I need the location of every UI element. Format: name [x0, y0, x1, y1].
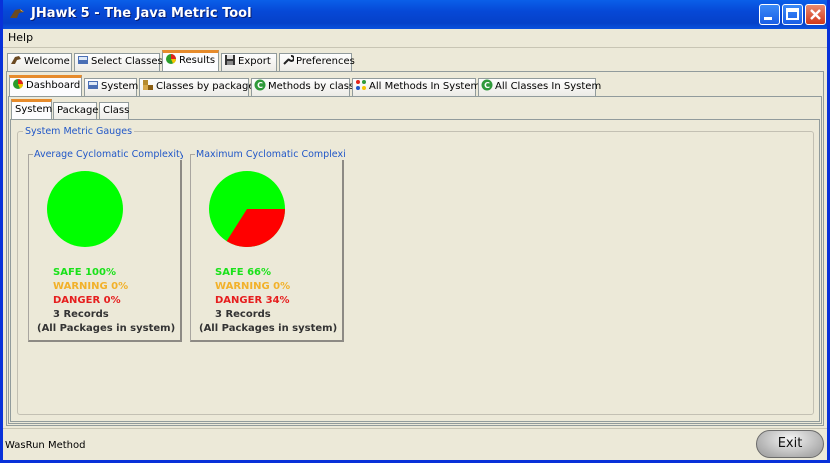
tab-label: Export: [238, 56, 271, 67]
tab-label: Results: [179, 55, 216, 66]
tab-select-classes[interactable]: Select Classes: [74, 53, 163, 71]
close-icon: [810, 9, 821, 20]
tab-label: Dashboard: [26, 80, 81, 91]
gauge-average-cyclomatic: Average Cyclomatic Complexity fc SAFE 10…: [28, 149, 183, 342]
package-icon: [143, 80, 153, 90]
tab-all-classes-in-system[interactable]: C All Classes In System: [478, 78, 601, 96]
tab-label: Class: [103, 105, 130, 116]
tab-dashboard[interactable]: Dashboard: [9, 75, 82, 96]
main-tab-bar: Welcome Select Classes Results Export Pr…: [3, 50, 827, 72]
minimize-button[interactable]: [759, 4, 780, 25]
status-bar: WasRun Method Exit: [3, 428, 827, 461]
danger-percentage: DANGER 34%: [215, 295, 290, 306]
menu-help[interactable]: Help: [8, 31, 33, 44]
tab-label: System: [101, 81, 139, 92]
tab-label: Package: [57, 105, 99, 116]
select-classes-icon: [78, 56, 88, 64]
tab-level-system[interactable]: System: [11, 99, 52, 120]
maximize-icon: [786, 8, 799, 20]
safe-percentage: SAFE 100%: [53, 267, 116, 278]
class-c-icon: C: [254, 79, 266, 91]
menu-bar: Help: [3, 29, 827, 48]
tab-all-methods-in-system[interactable]: All Methods In System: [352, 78, 480, 96]
gauge-title: Maximum Cyclomatic Complexity: [195, 149, 345, 160]
records-count: 3 Records: [215, 309, 271, 320]
window-title: JHawk 5 - The Java Metric Tool: [31, 6, 252, 21]
results-tab-bar: Dashboard System Classes by package C Met…: [3, 75, 827, 97]
tab-welcome[interactable]: Welcome: [7, 53, 72, 71]
tab-preferences[interactable]: Preferences: [279, 53, 355, 71]
scope-label: (All Packages in system): [37, 323, 176, 334]
svg-text:C: C: [257, 81, 263, 90]
tab-label: All Classes In System: [495, 81, 602, 92]
tab-export[interactable]: Export: [221, 53, 277, 71]
system-icon: [88, 81, 98, 89]
tab-label: System: [15, 104, 53, 115]
floppy-disk-icon: [225, 55, 235, 65]
app-window: JHawk 5 - The Java Metric Tool Help Welc…: [0, 0, 830, 463]
status-text: WasRun Method: [5, 440, 86, 451]
warning-percentage: WARNING 0%: [53, 281, 129, 292]
exit-button[interactable]: Exit: [756, 430, 824, 458]
records-count: 3 Records: [53, 309, 109, 320]
tab-system[interactable]: System: [84, 78, 139, 96]
svg-text:C: C: [484, 81, 490, 90]
tab-label: Welcome: [24, 56, 70, 67]
title-bar[interactable]: JHawk 5 - The Java Metric Tool: [3, 0, 827, 29]
gauge-pie-chart: [47, 171, 123, 247]
jhawk-logo-icon: [10, 9, 24, 18]
scope-label: (All Packages in system): [199, 323, 338, 334]
minimize-icon: [764, 17, 772, 20]
tab-label: Classes by package: [156, 81, 255, 92]
tab-level-package[interactable]: Package: [53, 102, 99, 120]
safe-percentage: SAFE 66%: [215, 267, 272, 278]
danger-percentage: DANGER 0%: [53, 295, 121, 306]
tab-label: Preferences: [296, 56, 355, 67]
close-button[interactable]: [805, 4, 826, 25]
group-title: System Metric Gauges: [23, 126, 135, 137]
pie-chart-icon: [166, 54, 176, 64]
tab-label: Select Classes: [91, 56, 163, 67]
tab-results[interactable]: Results: [162, 50, 219, 71]
methods-grid-icon: [356, 80, 366, 90]
tab-methods-by-class[interactable]: C Methods by class: [251, 78, 354, 96]
gauge-pie-chart: [209, 171, 285, 247]
pie-chart-icon: [13, 79, 23, 89]
tab-classes-by-package[interactable]: Classes by package: [139, 78, 255, 96]
class-c-icon: C: [481, 79, 493, 91]
gauge-maximum-cyclomatic: Maximum Cyclomatic Complexity SAFE 66% W…: [190, 149, 345, 342]
welcome-icon: [11, 56, 21, 64]
tab-label: All Methods In System: [369, 81, 481, 92]
warning-percentage: WARNING 0%: [215, 281, 291, 292]
maximize-button[interactable]: [782, 4, 803, 25]
level-tab-bar: System Package Class: [3, 99, 827, 121]
wrench-icon: [283, 55, 294, 65]
gauge-title: Average Cyclomatic Complexity fc: [33, 149, 183, 160]
tab-level-class[interactable]: Class: [99, 102, 129, 120]
tab-label: Methods by class: [268, 81, 355, 92]
pie-slice-safe: [47, 171, 123, 247]
